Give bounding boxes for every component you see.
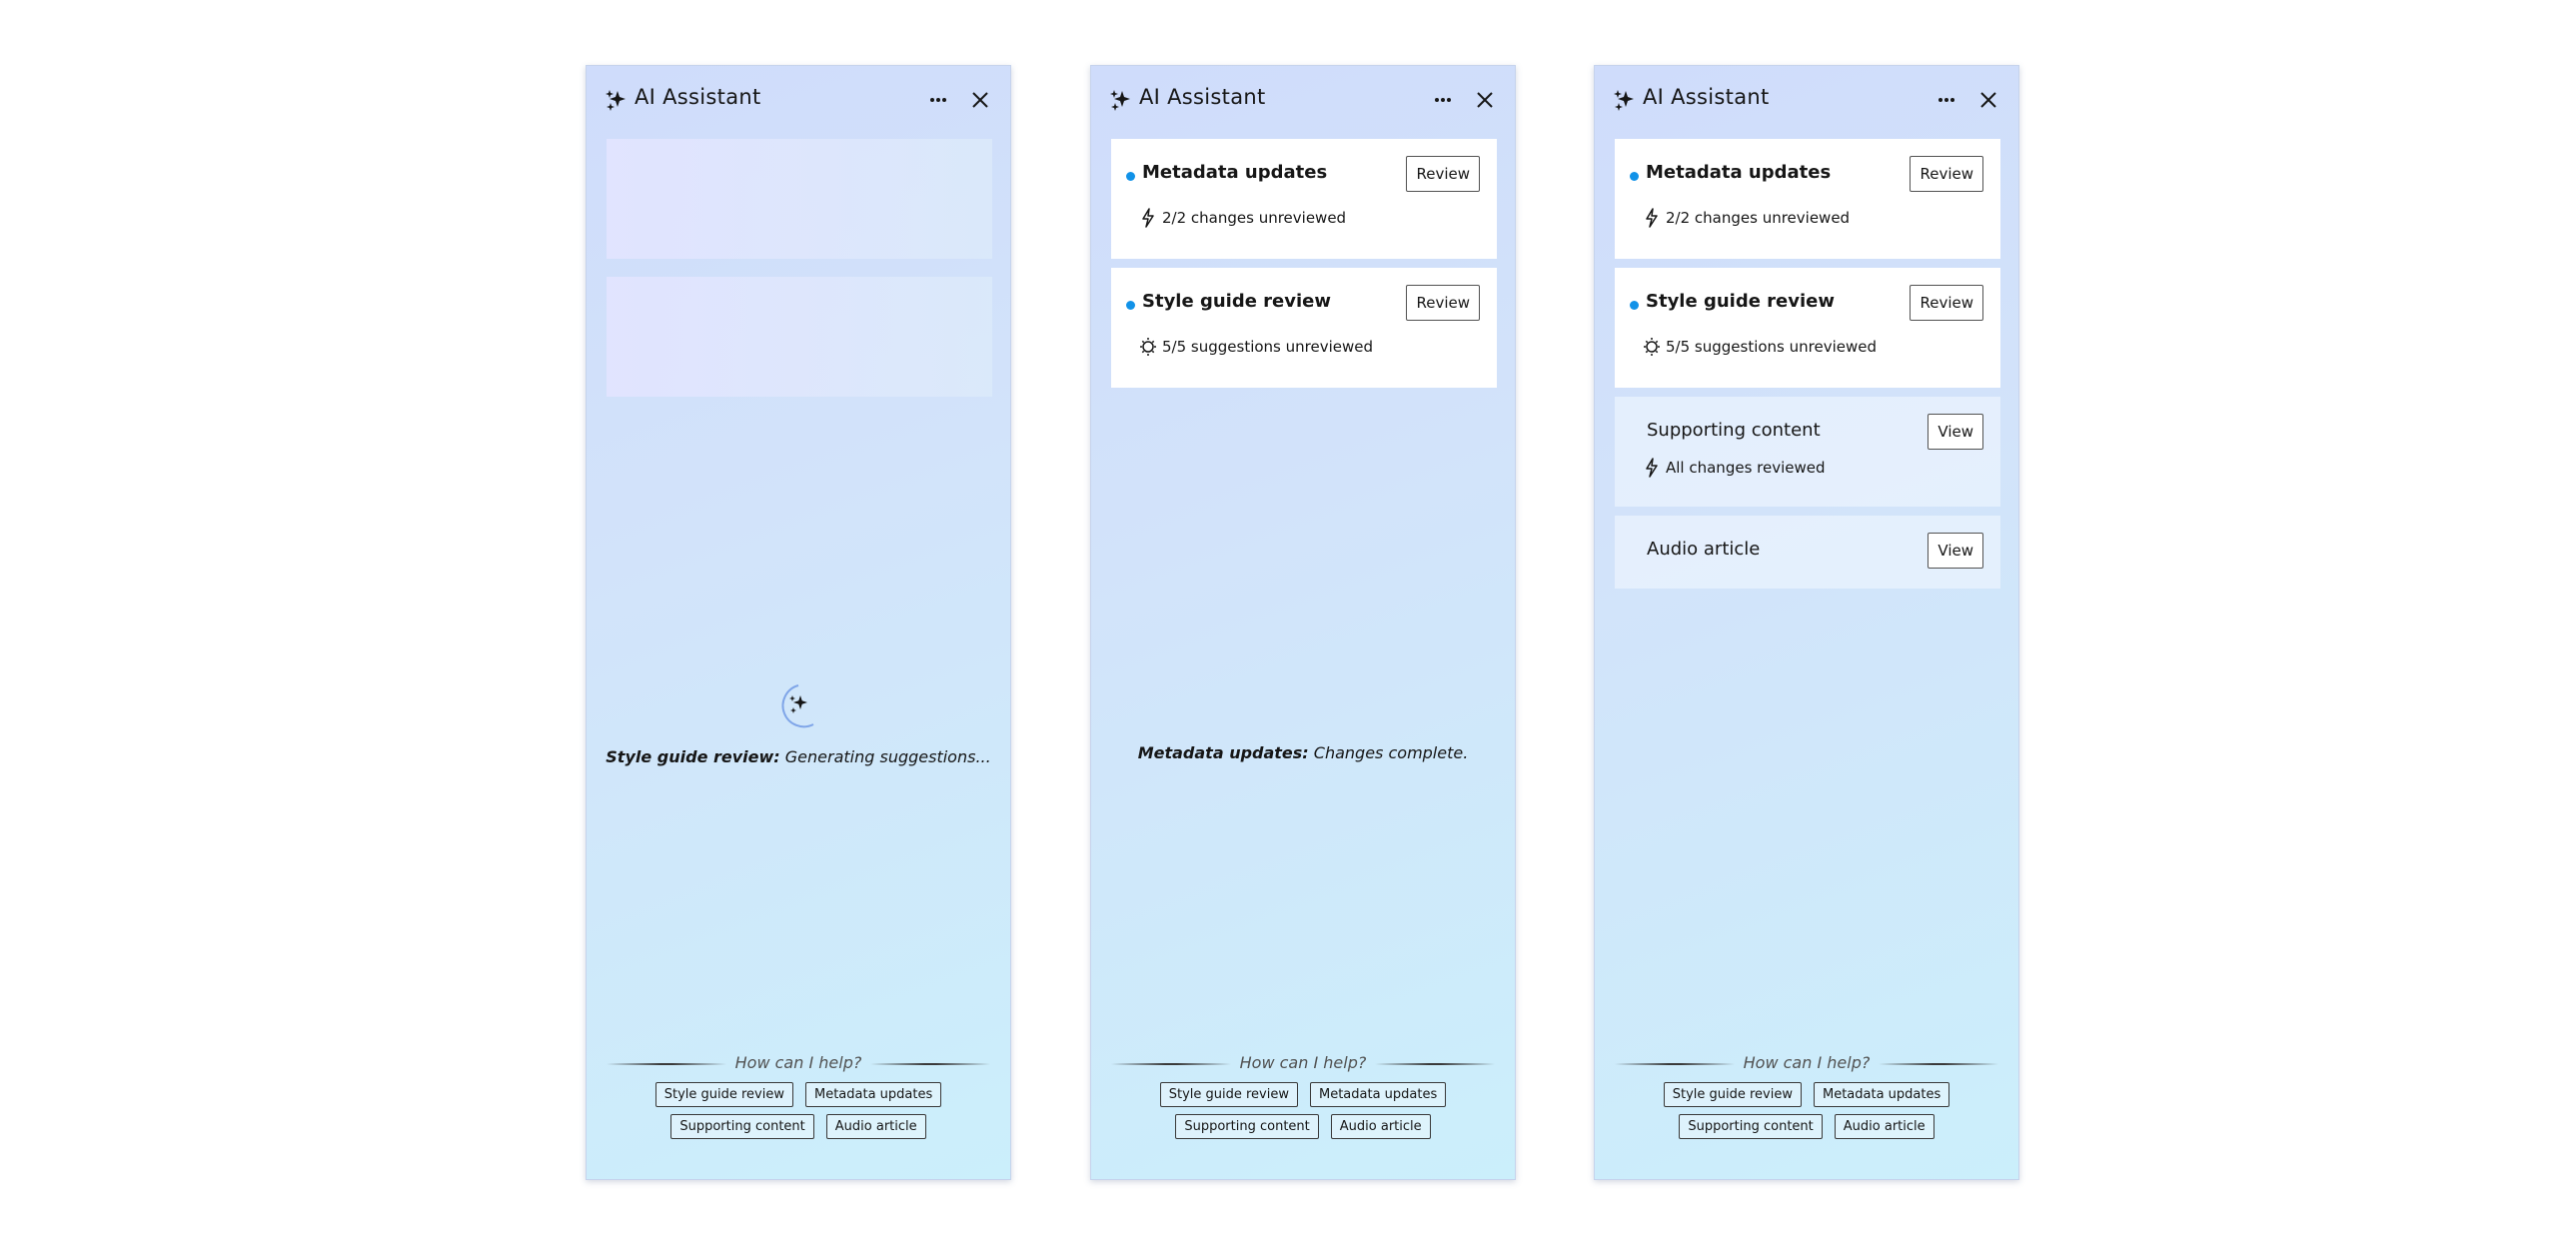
chip-metadata-updates[interactable]: Metadata updates — [1309, 1082, 1447, 1107]
chip-row: Supporting content Audio article — [1595, 1114, 2018, 1139]
close-icon[interactable] — [1976, 88, 2000, 112]
status-label: Style guide review: — [606, 747, 780, 766]
loading-spinner — [781, 684, 814, 728]
unreviewed-dot — [1126, 301, 1135, 310]
lightning-icon — [1646, 208, 1658, 228]
chip-row: Supporting content Audio article — [1091, 1114, 1515, 1139]
sparkle-icon — [1110, 90, 1130, 111]
close-icon[interactable] — [1473, 88, 1497, 112]
task-card-audio-article: Audio article View — [1615, 516, 2000, 589]
divider — [1879, 1063, 1998, 1065]
overflow-menu-icon[interactable] — [1431, 88, 1455, 112]
panel-header: AI Assistant — [1091, 66, 1515, 134]
review-button[interactable]: Review — [1910, 285, 1983, 321]
status-message: Metadata updates: Changes complete. — [1091, 743, 1515, 762]
chip-supporting-content[interactable]: Supporting content — [1175, 1114, 1319, 1139]
help-prompt: How can I help? — [1615, 1053, 1998, 1073]
view-button[interactable]: View — [1928, 533, 1983, 569]
unreviewed-dot — [1630, 172, 1639, 181]
lightning-icon — [1142, 208, 1154, 228]
task-card-style-guide-review: Style guide review Review 5/5 suggestion… — [1111, 268, 1497, 388]
card-detail-text: All changes reviewed — [1666, 459, 1826, 477]
status-label: Metadata updates: — [1137, 743, 1309, 762]
task-card-supporting-content: Supporting content View All changes revi… — [1615, 397, 2000, 507]
chip-row: Supporting content Audio article — [587, 1114, 1010, 1139]
review-button[interactable]: Review — [1406, 285, 1480, 321]
chip-row: Style guide review Metadata updates — [1595, 1082, 2018, 1107]
divider — [1375, 1063, 1495, 1065]
unreviewed-dot — [1630, 301, 1639, 310]
card-title: Metadata updates — [1142, 162, 1328, 183]
card-detail-text: 5/5 suggestions unreviewed — [1666, 338, 1878, 356]
overflow-menu-icon[interactable] — [926, 88, 950, 112]
chip-row: Style guide review Metadata updates — [587, 1082, 1010, 1107]
chip-style-guide-review[interactable]: Style guide review — [654, 1082, 793, 1107]
panel-title: AI Assistant — [1643, 85, 1770, 109]
task-card-style-guide-review: Style guide review Review 5/5 suggestion… — [1615, 268, 2000, 388]
skeleton-card — [607, 139, 992, 259]
chip-supporting-content[interactable]: Supporting content — [670, 1114, 814, 1139]
card-title: Style guide review — [1646, 291, 1835, 312]
card-title: Metadata updates — [1646, 162, 1832, 183]
divider — [870, 1063, 990, 1065]
overflow-menu-icon[interactable] — [1934, 88, 1958, 112]
chip-metadata-updates[interactable]: Metadata updates — [1813, 1082, 1950, 1107]
task-card-metadata-updates: Metadata updates Review 2/2 changes unre… — [1111, 139, 1497, 259]
status-text: Changes complete. — [1313, 743, 1469, 762]
sparkle-icon — [1614, 90, 1634, 111]
status-text: Generating suggestions... — [784, 747, 991, 766]
lightning-icon — [1646, 458, 1658, 478]
card-detail-text: 2/2 changes unreviewed — [1666, 209, 1851, 227]
panel-title: AI Assistant — [635, 85, 761, 109]
assistant-panel-loading: AI Assistant Style guide review: Generat… — [586, 65, 1011, 1180]
assistant-panel-all-tasks: AI Assistant Metadata updates Review 2/2… — [1594, 65, 2019, 1180]
panel-header: AI Assistant — [587, 66, 1010, 134]
chip-audio-article[interactable]: Audio article — [1834, 1114, 1934, 1139]
review-button[interactable]: Review — [1910, 156, 1983, 192]
card-detail-text: 5/5 suggestions unreviewed — [1162, 338, 1374, 356]
status-message: Style guide review: Generating suggestio… — [587, 747, 1010, 766]
chip-style-guide-review[interactable]: Style guide review — [1159, 1082, 1298, 1107]
chip-row: Style guide review Metadata updates — [1091, 1082, 1515, 1107]
lightbulb-icon — [1140, 338, 1156, 356]
panel-header: AI Assistant — [1595, 66, 2018, 134]
help-prompt: How can I help? — [607, 1053, 990, 1073]
card-title: Supporting content — [1647, 420, 1821, 441]
panel-title: AI Assistant — [1139, 85, 1266, 109]
task-card-metadata-updates: Metadata updates Review 2/2 changes unre… — [1615, 139, 2000, 259]
lightbulb-icon — [1644, 338, 1660, 356]
close-icon[interactable] — [968, 88, 992, 112]
help-prompt: How can I help? — [1111, 1053, 1495, 1073]
card-title: Audio article — [1647, 539, 1761, 560]
chip-supporting-content[interactable]: Supporting content — [1679, 1114, 1823, 1139]
chip-metadata-updates[interactable]: Metadata updates — [804, 1082, 942, 1107]
chip-style-guide-review[interactable]: Style guide review — [1663, 1082, 1802, 1107]
sparkle-icon — [606, 90, 626, 111]
chip-audio-article[interactable]: Audio article — [825, 1114, 926, 1139]
card-detail-text: 2/2 changes unreviewed — [1162, 209, 1347, 227]
review-button[interactable]: Review — [1406, 156, 1480, 192]
view-button[interactable]: View — [1928, 414, 1983, 450]
card-title: Style guide review — [1142, 291, 1331, 312]
chip-audio-article[interactable]: Audio article — [1330, 1114, 1431, 1139]
skeleton-card — [607, 277, 992, 397]
unreviewed-dot — [1126, 172, 1135, 181]
assistant-panel-complete: AI Assistant Metadata updates Review 2/2… — [1090, 65, 1516, 1180]
